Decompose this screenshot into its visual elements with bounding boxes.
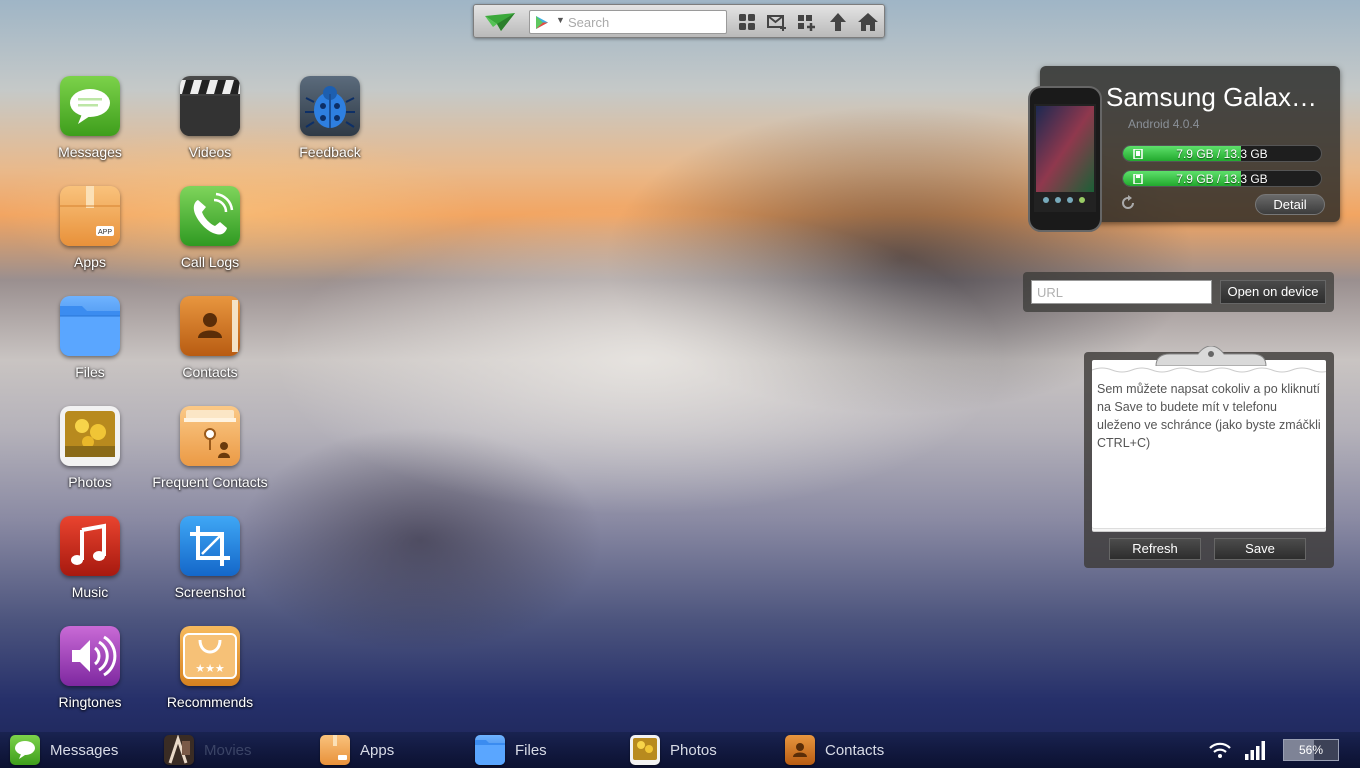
photos-icon: [60, 406, 120, 466]
app-label: Screenshot: [174, 584, 246, 600]
messages-icon: [60, 76, 120, 136]
ringtones-icon: [60, 626, 120, 686]
contacts-icon: [785, 735, 815, 765]
url-panel: Open on device: [1023, 272, 1334, 312]
task-label: Apps: [360, 742, 395, 759]
clipboard-refresh-button[interactable]: Refresh: [1109, 538, 1201, 560]
app-call-logs[interactable]: Call Logs: [150, 186, 270, 290]
feedback-icon: [300, 76, 360, 136]
signal-strength-icon: [1245, 741, 1265, 760]
top-toolbar: ▼: [473, 4, 885, 38]
app-label: Contacts: [182, 364, 238, 380]
wifi-icon: [1209, 742, 1231, 758]
app-files[interactable]: Files: [30, 296, 150, 400]
app-label: Call Logs: [180, 254, 240, 270]
contacts-icon: [180, 296, 240, 356]
music-icon: [60, 516, 120, 576]
app-label: Recommends: [166, 694, 254, 710]
files-icon: [475, 735, 505, 765]
photos-icon: [630, 735, 660, 765]
app-label: Feedback: [299, 144, 361, 160]
screenshot-icon: [180, 516, 240, 576]
taskbar: Messages Movies Apps Files Photos Contac…: [0, 732, 1360, 768]
app-label: Files: [75, 364, 105, 380]
files-icon: [60, 296, 120, 356]
task-label: Movies: [204, 742, 252, 759]
home-icon[interactable]: [857, 12, 879, 32]
search-input[interactable]: [568, 12, 723, 32]
device-name: Samsung Galaxy Nexus: [1106, 82, 1326, 112]
messages-icon: [10, 735, 40, 765]
storage-text: 7.9 GB / 13.3 GB: [1176, 172, 1268, 186]
svg-text:★★★: ★★★: [195, 662, 225, 675]
app-videos[interactable]: Videos: [150, 76, 270, 180]
app-recommends[interactable]: ★★★ Recommends: [150, 626, 270, 730]
airdroid-logo-icon[interactable]: [483, 11, 517, 33]
clipboard-save-button[interactable]: Save: [1214, 538, 1306, 560]
clipboard-textarea[interactable]: Sem můžete napsat cokoliv a po kliknutí …: [1097, 380, 1321, 452]
movies-icon: [164, 735, 194, 765]
storage-text: 7.9 GB / 13.3 GB: [1176, 147, 1268, 161]
add-app-icon[interactable]: [796, 12, 818, 32]
google-play-icon[interactable]: [536, 16, 548, 29]
app-music[interactable]: Music: [30, 516, 150, 620]
app-label: Music: [71, 584, 109, 600]
app-messages[interactable]: Messages: [30, 76, 150, 180]
grid-icon[interactable]: [736, 12, 758, 32]
device-panel: Samsung Galaxy Nexus Android 4.0.4 7.9 G…: [1028, 66, 1340, 232]
app-label: Apps: [74, 254, 106, 270]
task-label: Photos: [670, 742, 717, 759]
recommends-icon: ★★★: [180, 626, 240, 686]
task-label: Messages: [50, 742, 119, 759]
app-photos[interactable]: Photos: [30, 406, 150, 510]
phone-image-icon: [1028, 86, 1102, 232]
videos-icon: [180, 76, 240, 136]
sd-storage-bar: 7.9 GB / 13.3 GB: [1122, 170, 1322, 187]
app-feedback[interactable]: Feedback: [270, 76, 390, 180]
app-screenshot[interactable]: Screenshot: [150, 516, 270, 620]
app-label: Ringtones: [58, 694, 122, 710]
task-label: Files: [515, 742, 547, 759]
clipboard-clamp-icon: [1155, 346, 1267, 366]
svg-text:APP: APP: [98, 229, 112, 236]
app-label: Frequent Contacts: [152, 474, 268, 490]
app-label: Photos: [68, 474, 112, 490]
detail-button[interactable]: Detail: [1255, 194, 1325, 215]
open-on-device-button[interactable]: Open on device: [1220, 280, 1326, 304]
app-contacts[interactable]: Contacts: [150, 296, 270, 400]
url-input[interactable]: [1031, 280, 1212, 304]
apps-icon: APP: [60, 186, 120, 246]
clipboard-panel: Sem můžete napsat cokoliv a po kliknutí …: [1084, 346, 1334, 568]
app-frequent-contacts[interactable]: Frequent Contacts: [150, 406, 270, 510]
phone-storage-bar: 7.9 GB / 13.3 GB: [1122, 145, 1322, 162]
clipboard-paper: Sem můžete napsat cokoliv a po kliknutí …: [1092, 360, 1326, 528]
refresh-icon[interactable]: [1120, 195, 1136, 211]
battery-indicator: 56%: [1283, 739, 1339, 761]
app-label: Videos: [188, 144, 232, 160]
task-label: Contacts: [825, 742, 885, 759]
upload-icon[interactable]: [827, 12, 849, 32]
new-message-icon[interactable]: [766, 12, 788, 32]
chevron-down-icon[interactable]: ▼: [556, 15, 565, 25]
device-os-version: Android 4.0.4: [1128, 117, 1200, 131]
apps-icon: [320, 735, 350, 765]
app-apps[interactable]: APP Apps: [30, 186, 150, 290]
frequent-contacts-icon: [180, 406, 240, 466]
call-logs-icon: [180, 186, 240, 246]
search-box: ▼: [529, 10, 727, 34]
app-label: Messages: [58, 144, 122, 160]
app-ringtones[interactable]: Ringtones: [30, 626, 150, 730]
